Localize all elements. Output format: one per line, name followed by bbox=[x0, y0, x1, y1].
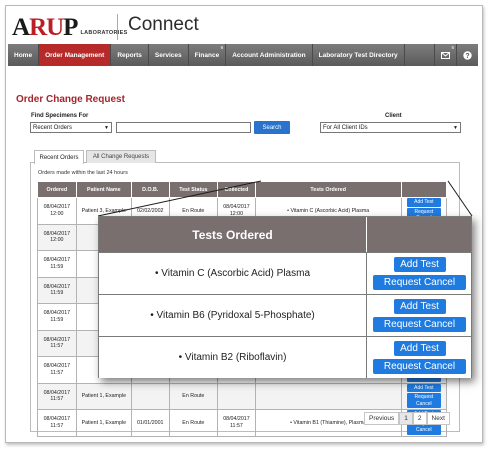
zoom-test-name: • Vitamin B6 (Pyridoxal 5-Phosphate) bbox=[99, 295, 367, 336]
zoom-row: • Vitamin C (Ascorbic Acid) Plasma Add T… bbox=[99, 252, 471, 294]
add-test-button[interactable]: Add Test bbox=[393, 257, 446, 272]
zoom-row: • Vitamin B2 (Riboflavin) Add Test Reque… bbox=[99, 336, 471, 378]
zoom-header: Tests Ordered bbox=[99, 217, 471, 252]
request-cancel-button[interactable]: Request Cancel bbox=[373, 317, 466, 332]
request-cancel-button[interactable]: Request Cancel bbox=[373, 359, 466, 374]
zoom-test-name: • Vitamin B2 (Riboflavin) bbox=[99, 337, 367, 378]
add-test-button[interactable]: Add Test bbox=[393, 341, 446, 356]
zoom-row: • Vitamin B6 (Pyridoxal 5-Phosphate) Add… bbox=[99, 294, 471, 336]
zoom-test-name: • Vitamin C (Ascorbic Acid) Plasma bbox=[99, 253, 367, 294]
add-test-button[interactable]: Add Test bbox=[393, 299, 446, 314]
tests-ordered-zoom-callout: Tests Ordered • Vitamin C (Ascorbic Acid… bbox=[98, 216, 472, 378]
zoom-header-title: Tests Ordered bbox=[99, 217, 367, 252]
request-cancel-button[interactable]: Request Cancel bbox=[373, 275, 466, 290]
